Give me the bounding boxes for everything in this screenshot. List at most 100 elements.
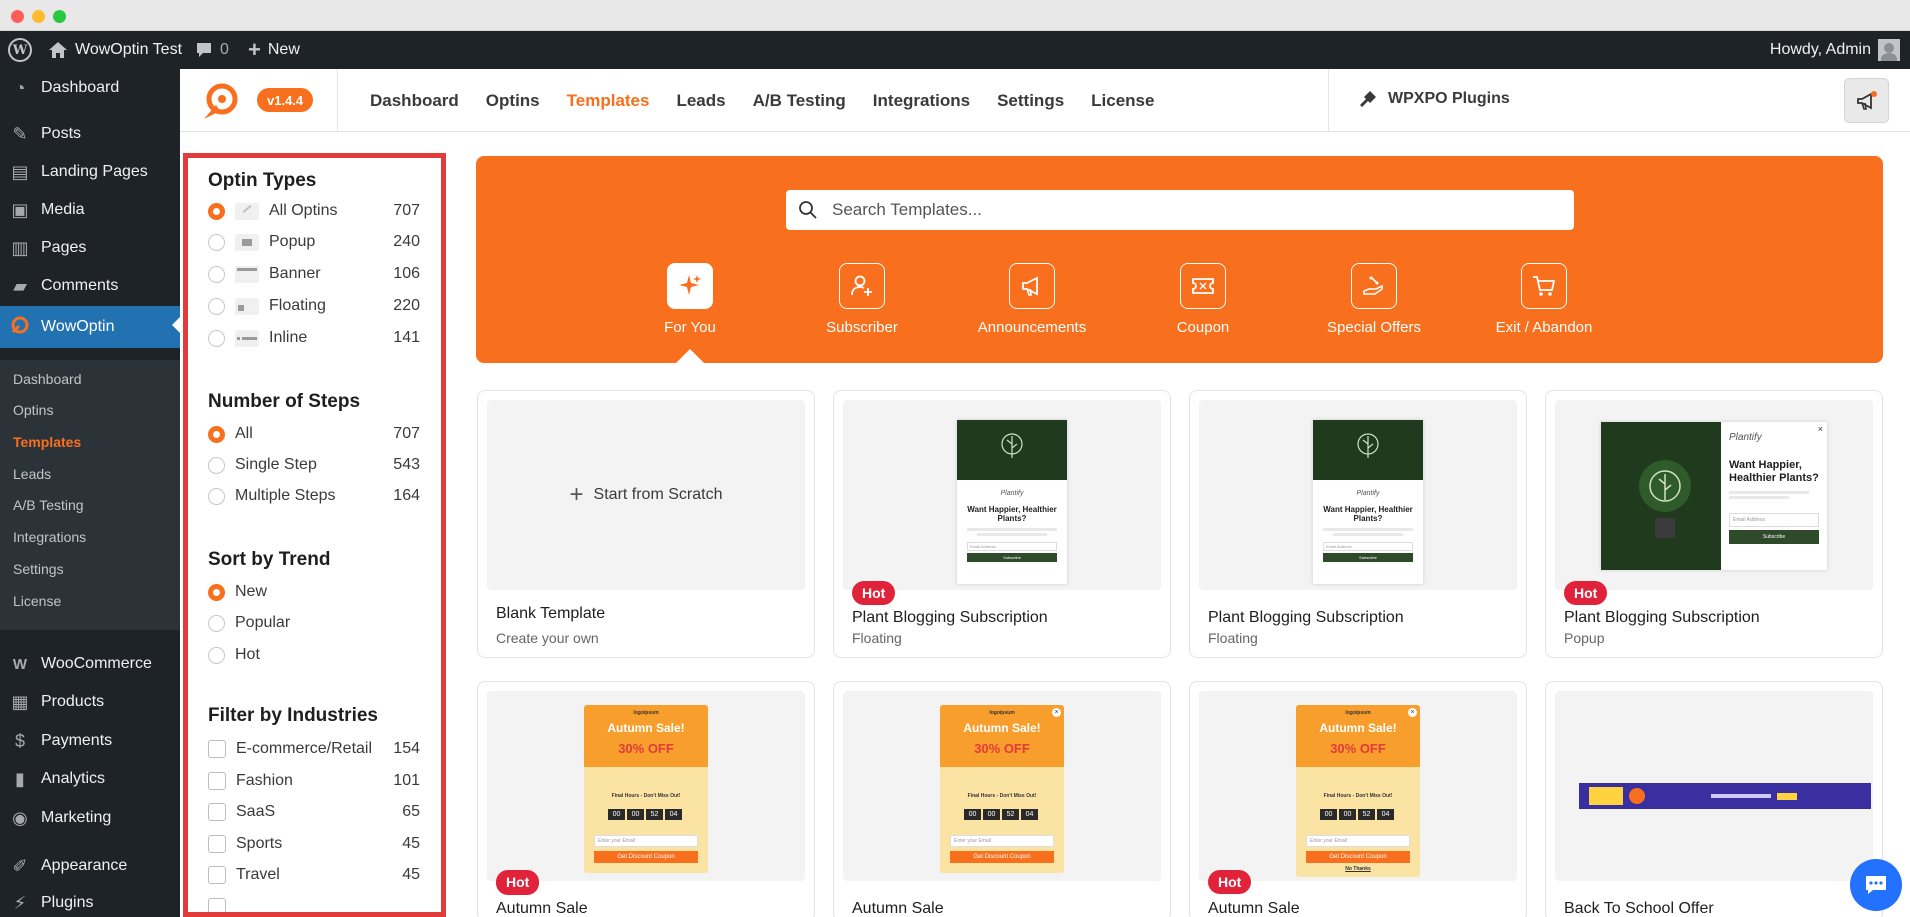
radio-selected[interactable] xyxy=(208,425,225,443)
checkbox[interactable] xyxy=(208,740,226,758)
template-card-autumn-2[interactable]: × logoipsum Autumn Sale! 30% OFF Final H… xyxy=(833,681,1171,917)
filter-trend-new[interactable]: New xyxy=(208,581,420,603)
template-card-blank[interactable]: + Start from Scratch Blank Template Crea… xyxy=(477,390,815,658)
filter-industry-saas[interactable]: SaaS 65 xyxy=(208,801,420,823)
menu-item-appearance[interactable]: ✐ Appearance xyxy=(0,847,180,885)
menu-item-landing-pages[interactable]: ▤ Landing Pages xyxy=(0,153,180,191)
template-card-autumn-3[interactable]: × logoipsum Autumn Sale! 30% OFF Final H… xyxy=(1189,681,1527,917)
submenu-license[interactable]: License xyxy=(13,593,61,609)
filter-industry-sports[interactable]: Sports 45 xyxy=(208,833,420,855)
filter-optin-all[interactable]: All Optins 707 xyxy=(208,200,420,222)
filter-optin-inline[interactable]: Inline 141 xyxy=(208,327,420,349)
menu-item-wowoptin[interactable]: WowOptin xyxy=(0,306,180,348)
checkbox[interactable] xyxy=(208,835,226,853)
wpxpo-plugins-link[interactable]: WPXPO Plugins xyxy=(1358,89,1510,109)
countdown-digit: 04 xyxy=(1377,809,1394,820)
checkbox[interactable] xyxy=(208,866,226,884)
submenu-integrations[interactable]: Integrations xyxy=(13,529,86,545)
template-card-autumn-0[interactable]: logoipsum Autumn Sale! 30% OFF Final Hou… xyxy=(477,681,815,917)
menu-item-dashboard[interactable]: ◔ Dashboard xyxy=(0,69,180,107)
plugin-header: v1.4.4 Dashboard Optins Templates Leads … xyxy=(180,69,1910,132)
filter-optin-banner[interactable]: Banner 106 xyxy=(208,263,420,285)
filter-steps-all[interactable]: All 707 xyxy=(208,423,420,445)
template-card-plant-popup[interactable]: × Plantify Want Happier, Healthier Plant… xyxy=(1545,390,1883,658)
tab-settings[interactable]: Settings xyxy=(997,91,1064,111)
minimize-window-button[interactable] xyxy=(32,10,45,23)
my-account-menu[interactable]: Howdy, Admin xyxy=(1770,31,1900,69)
menu-item-media[interactable]: ▣ Media xyxy=(0,191,180,229)
new-content-link[interactable]: + New xyxy=(248,31,300,69)
wp-logo-menu[interactable]: W xyxy=(8,31,32,69)
filter-industry-fashion[interactable]: Fashion 101 xyxy=(208,770,420,792)
submenu-leads[interactable]: Leads xyxy=(13,466,51,482)
checkbox[interactable] xyxy=(208,772,226,790)
autumn-final-hours: Final Hours - Don't Miss Out! xyxy=(1323,793,1393,799)
tab-ab-testing[interactable]: A/B Testing xyxy=(753,91,846,111)
filter-industry-ecommerce[interactable]: E-commerce/Retail 154 xyxy=(208,738,420,760)
menu-item-woocommerce[interactable]: W WooCommerce xyxy=(0,645,180,683)
announcement-button[interactable] xyxy=(1844,78,1889,123)
countdown-digit: 00 xyxy=(983,809,1000,820)
filter-steps-single[interactable]: Single Step 543 xyxy=(208,454,420,476)
countdown-digit: 00 xyxy=(608,809,625,820)
radio[interactable] xyxy=(208,233,225,251)
submenu-templates[interactable]: Templates xyxy=(13,434,81,450)
filter-steps-multiple[interactable]: Multiple Steps 164 xyxy=(208,485,420,507)
submenu-optins[interactable]: Optins xyxy=(13,402,53,418)
menu-label: Plugins xyxy=(41,894,94,911)
submenu-dashboard[interactable]: Dashboard xyxy=(13,371,82,387)
tab-leads[interactable]: Leads xyxy=(676,91,725,111)
radio[interactable] xyxy=(208,265,225,283)
placeholder-line xyxy=(1323,528,1413,531)
filter-trend-hot[interactable]: Hot xyxy=(208,644,420,666)
menu-item-posts[interactable]: ✎ Posts xyxy=(0,115,180,153)
radio-selected[interactable] xyxy=(208,583,225,601)
checkbox[interactable] xyxy=(208,898,226,912)
template-card-back-to-school[interactable]: Back To School Offer xyxy=(1545,681,1883,917)
category-coupon[interactable]: Coupon xyxy=(1118,263,1288,336)
start-from-scratch-button[interactable]: + Start from Scratch xyxy=(487,400,805,590)
submenu-settings[interactable]: Settings xyxy=(13,561,64,577)
category-exit-abandon[interactable]: Exit / Abandon xyxy=(1459,263,1629,336)
filter-industry-travel[interactable]: Travel 45 xyxy=(208,864,420,886)
menu-item-products[interactable]: ▦ Products xyxy=(0,683,180,721)
tab-templates[interactable]: Templates xyxy=(567,91,650,111)
category-for-you[interactable]: For You xyxy=(605,263,775,336)
zoom-window-button[interactable] xyxy=(53,10,66,23)
search-templates-input[interactable]: Search Templates... xyxy=(786,190,1574,230)
menu-item-comments[interactable]: ▰ Comments xyxy=(0,267,180,305)
category-announcements[interactable]: Announcements xyxy=(947,263,1117,336)
checkbox[interactable] xyxy=(208,803,226,821)
radio[interactable] xyxy=(208,297,225,315)
category-subscriber[interactable]: Subscriber xyxy=(777,263,947,336)
close-window-button[interactable] xyxy=(11,10,24,23)
wowoptin-logo-icon[interactable] xyxy=(202,81,238,121)
submenu-ab-testing[interactable]: A/B Testing xyxy=(13,497,84,513)
template-card-plant-floating-2[interactable]: Plantify Want Happier, Healthier Plants?… xyxy=(1189,390,1527,658)
filter-industry-more[interactable] xyxy=(208,896,420,912)
chat-support-button[interactable] xyxy=(1850,859,1902,911)
menu-item-payments[interactable]: $ Payments xyxy=(0,722,180,760)
menu-item-analytics[interactable]: ▮ Analytics xyxy=(0,760,180,798)
tab-integrations[interactable]: Integrations xyxy=(873,91,970,111)
category-special-offers[interactable]: Special Offers xyxy=(1289,263,1459,336)
menu-item-plugins[interactable]: ⚡ Plugins xyxy=(0,884,180,917)
template-card-plant-floating[interactable]: Plantify Want Happier, Healthier Plants?… xyxy=(833,390,1171,658)
filter-optin-popup[interactable]: Popup 240 xyxy=(208,231,420,253)
tab-optins[interactable]: Optins xyxy=(486,91,540,111)
menu-item-marketing[interactable]: ◉ Marketing xyxy=(0,799,180,837)
tab-dashboard[interactable]: Dashboard xyxy=(370,91,459,111)
radio[interactable] xyxy=(208,456,225,474)
radio[interactable] xyxy=(208,487,225,505)
filter-trend-popular[interactable]: Popular xyxy=(208,612,420,634)
site-name-link[interactable]: WowOptin Test xyxy=(48,31,182,69)
filter-optin-floating[interactable]: Floating 220 xyxy=(208,295,420,317)
tab-license[interactable]: License xyxy=(1091,91,1154,111)
comments-link[interactable]: 0 xyxy=(195,31,229,69)
radio[interactable] xyxy=(208,614,225,632)
radio[interactable] xyxy=(208,329,225,347)
radio-selected[interactable] xyxy=(208,202,225,220)
banner-button xyxy=(1777,792,1797,800)
menu-item-pages[interactable]: ▥ Pages xyxy=(0,229,180,267)
radio[interactable] xyxy=(208,646,225,664)
